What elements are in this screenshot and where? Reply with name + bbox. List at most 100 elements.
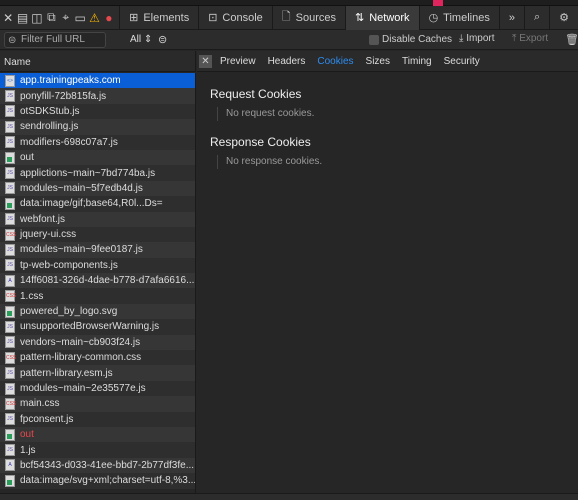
warning-icon[interactable]: ⚠ (88, 9, 100, 27)
js-file-icon: JS (5, 382, 15, 395)
list-item[interactable]: data:image/svg+xml;charset=utf-8,%3... (0, 473, 195, 489)
request-name: data:image/svg+xml;charset=utf-8,%3... (20, 475, 195, 487)
img-file-icon (5, 197, 15, 210)
js-file-icon: JS (5, 213, 15, 226)
filter-bar: ⊜ Filter Full URL All ⇕ ⊜ Disable Caches … (0, 30, 578, 50)
list-item[interactable]: JS modules~main~2e35577e.js (0, 380, 195, 397)
request-name: out (20, 429, 34, 441)
doc-file-icon: <> (5, 74, 15, 87)
list-item[interactable]: data:image/gif;base64,R0l...Ds= (0, 196, 195, 212)
js-file-icon: JS (5, 243, 15, 256)
dock-side-icon[interactable]: ◫ (31, 9, 43, 27)
error-icon[interactable]: ● (103, 9, 115, 27)
detail-tab-preview[interactable]: Preview (220, 56, 256, 67)
export-button[interactable]: ⤒ Export (512, 33, 548, 44)
export-icon: ⤒ (512, 33, 517, 44)
list-item[interactable]: powered_by_logo.svg (0, 303, 195, 320)
js-file-icon: JS (5, 105, 15, 118)
disable-caches-checkbox[interactable] (369, 35, 379, 45)
list-item[interactable]: CSS main.css (0, 396, 195, 412)
js-file-icon: JS (5, 336, 15, 349)
list-item[interactable]: JS 1.js (0, 442, 195, 458)
detail-tab-timing[interactable]: Timing (402, 56, 432, 67)
list-item[interactable]: CSS jquery-ui.css (0, 226, 195, 243)
request-name: pattern-library-common.css (20, 352, 142, 364)
tab-network[interactable]: ⇅ Network (345, 5, 419, 30)
detail-tab-sizes[interactable]: Sizes (366, 56, 390, 67)
request-name: main.css (20, 398, 60, 410)
list-item[interactable]: JS sendrolling.js (0, 119, 195, 135)
request-name: data:image/gif;base64,R0l...Ds= (20, 198, 163, 210)
tab-sources[interactable]: 🗋 Sources (271, 5, 345, 30)
close-icon[interactable]: ✕ (2, 9, 14, 27)
css-file-icon: CSS (5, 228, 16, 241)
list-item[interactable]: out (0, 149, 195, 166)
more-tabs-button[interactable]: » (498, 5, 524, 30)
list-item[interactable]: A 14ff6081-326d-4dae-b778-d7afa6616... (0, 273, 195, 289)
js-file-icon: JS (5, 90, 15, 103)
dock-bottom-icon[interactable]: ▤ (16, 9, 28, 27)
sources-icon: 🗋 (281, 11, 291, 23)
clear-trash-icon[interactable]: 🗑 (565, 33, 578, 46)
detail-tab-cookies[interactable]: Cookies (317, 56, 353, 67)
device-icon[interactable]: ▭ (74, 9, 86, 27)
import-button[interactable]: ⤓ Import (459, 33, 495, 44)
tab-console[interactable]: ⊡ Console (198, 5, 272, 30)
js-file-icon: JS (5, 167, 15, 180)
list-item[interactable]: JS modules~main~9fee0187.js (0, 242, 195, 258)
tab-timelines[interactable]: ◷ Timelines (418, 5, 499, 30)
settings-gear-icon[interactable]: ⚙ (549, 5, 578, 30)
request-name: modifiers-698c07a7.js (20, 136, 118, 148)
tab-elements[interactable]: ⊞ Elements (119, 5, 198, 30)
filter-icon: ⊜ (8, 35, 17, 46)
list-item[interactable]: <> app.trainingpeaks.com (0, 73, 195, 89)
font-file-icon: A (5, 459, 15, 472)
detach-icon[interactable]: ⧉ (45, 9, 57, 27)
export-label: Export (519, 33, 549, 44)
tab-label: Network (369, 11, 410, 24)
request-cookies-empty: No request cookies. (217, 107, 314, 121)
elements-icon: ⊞ (129, 12, 139, 24)
list-item[interactable]: JS vendors~main~cb903f24.js (0, 334, 195, 351)
group-filter-icon[interactable]: ⊜ (158, 33, 167, 46)
import-icon: ⤓ (459, 33, 464, 44)
js-file-icon: JS (5, 413, 15, 426)
list-item[interactable]: out (0, 426, 195, 443)
request-list: <> app.trainingpeaks.com JS ponyfill-72b815… (0, 73, 196, 493)
list-item[interactable]: JS pattern-library.esm.js (0, 365, 195, 381)
timelines-icon: ◷ (428, 12, 439, 24)
response-cookies-empty: No response cookies. (217, 155, 322, 169)
request-name: out (20, 152, 34, 164)
list-item[interactable]: JS modifiers-698c07a7.js (0, 134, 195, 150)
list-item[interactable]: JS webfont.js (0, 211, 195, 227)
request-name: modules~main~9fee0187.js (20, 244, 143, 256)
list-item[interactable]: JS unsupportedBrowserWarning.js (0, 319, 195, 335)
detail-tab-security[interactable]: Security (444, 56, 480, 67)
close-detail-icon[interactable]: ✕ (199, 54, 212, 68)
list-item[interactable]: JS applictions~main~7bd774ba.js (0, 165, 195, 181)
list-item[interactable]: CSS pattern-library-common.css (0, 350, 195, 366)
list-item[interactable]: JS otSDKStub.js (0, 103, 195, 120)
js-file-icon: JS (5, 320, 15, 333)
list-item[interactable]: JS modules~main~5f7edb4d.js (0, 180, 195, 197)
request-name: applictions~main~7bd774ba.js (20, 167, 156, 179)
css-file-icon: CSS (5, 290, 16, 303)
request-name: sendrolling.js (20, 121, 79, 133)
list-item[interactable]: JS ponyfill-72b815fa.js (0, 88, 195, 104)
inspect-target-icon[interactable]: ⌖ (60, 9, 72, 27)
search-icon[interactable]: ⌕ (523, 5, 549, 30)
detail-tab-headers[interactable]: Headers (268, 56, 306, 67)
type-filter-select[interactable]: All ⇕ (130, 34, 152, 45)
request-name: otSDKStub.js (20, 105, 80, 117)
request-name: powered_by_logo.svg (20, 306, 118, 318)
list-item[interactable]: JS tp-web-components.js (0, 257, 195, 274)
list-item[interactable]: Abcf54343-d033-41ee-bbd7-2b77df3fe... (0, 457, 195, 474)
img-file-icon (5, 305, 15, 318)
js-file-icon: JS (5, 120, 15, 133)
css-file-icon: CSS (5, 397, 16, 410)
name-column-header[interactable]: Name (0, 51, 196, 72)
filter-url-input[interactable]: ⊜ Filter Full URL (4, 32, 106, 48)
list-item[interactable]: CSS 1.css (0, 288, 195, 304)
list-item[interactable]: JS fpconsent.js (0, 411, 195, 427)
css-file-icon: CSS (5, 351, 16, 364)
